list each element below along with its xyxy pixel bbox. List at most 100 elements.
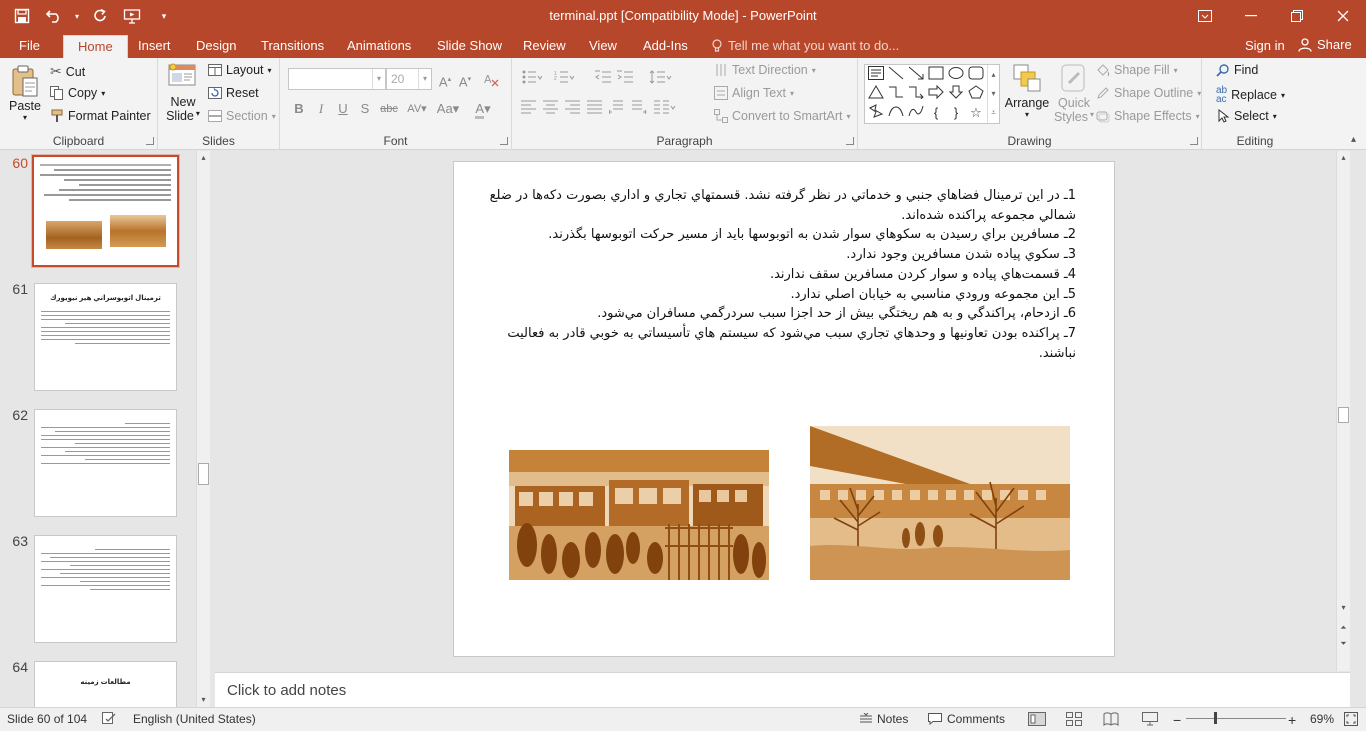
slide-body-text[interactable]: 1ـ در اين ترمينال فضاهاي جنبي و خدماتي د… <box>486 186 1076 363</box>
elbow-arrow-shape-icon[interactable] <box>907 85 925 103</box>
tab-transitions[interactable]: Transitions <box>261 35 324 58</box>
elbow-connector-shape-icon[interactable] <box>887 85 905 103</box>
select-button[interactable]: Select ▾ <box>1216 109 1277 123</box>
arrow-shape-icon[interactable] <box>907 66 925 84</box>
oval-shape-icon[interactable] <box>947 66 965 84</box>
find-button[interactable]: Find <box>1216 63 1258 77</box>
font-name-combo[interactable]: ▾ <box>288 68 386 90</box>
terminal-yard-photo[interactable] <box>810 426 1070 580</box>
editor-scrollbar[interactable]: ▴ ▾ ⏶ ⏷ <box>1336 151 1350 671</box>
shape-fill-button[interactable]: Shape Fill ▾ <box>1096 63 1178 77</box>
tell-me-box[interactable]: Tell me what you want to do... <box>712 38 899 53</box>
fit-to-window-icon[interactable] <box>1344 712 1358 726</box>
cut-button[interactable]: ✂ Cut <box>50 63 85 80</box>
terminal-entrance-photo[interactable] <box>509 450 769 580</box>
text-shadow-icon[interactable]: S <box>356 100 374 118</box>
justify-icon[interactable] <box>586 100 604 118</box>
notes-pane[interactable]: Click to add notes <box>215 672 1350 707</box>
scroll-up-icon[interactable]: ▴ <box>197 151 210 165</box>
drawing-launcher-icon[interactable] <box>1190 137 1198 145</box>
thumbnail-scrollbar[interactable]: ▴ ▾ <box>196 151 210 707</box>
tab-view[interactable]: View <box>589 35 617 58</box>
share-button[interactable]: Share <box>1298 37 1352 52</box>
character-spacing-icon[interactable]: AV▾ <box>404 100 430 118</box>
slide-thumbnail-62[interactable] <box>34 409 177 517</box>
clear-formatting-icon[interactable]: A <box>482 71 500 89</box>
zoom-in-icon[interactable]: + <box>1288 712 1296 728</box>
columns-icon[interactable] <box>652 100 678 118</box>
minimize-icon[interactable] <box>1228 0 1274 32</box>
quick-styles-button[interactable]: Quick Styles ▾ <box>1054 63 1094 124</box>
decrease-indent-icon[interactable] <box>594 70 612 88</box>
zoom-slider-thumb[interactable] <box>1214 712 1217 724</box>
copy-button[interactable]: Copy ▾ <box>50 86 105 100</box>
tab-file[interactable]: File <box>19 35 40 58</box>
font-size-dropdown-icon[interactable]: ▾ <box>418 69 431 89</box>
font-launcher-icon[interactable] <box>500 137 508 145</box>
rounded-rectangle-shape-icon[interactable] <box>967 66 985 84</box>
increase-indent-icon[interactable] <box>616 70 634 88</box>
tab-home[interactable]: Home <box>63 35 128 58</box>
underline-icon[interactable]: U <box>334 100 352 118</box>
bold-icon[interactable]: B <box>290 100 308 118</box>
arrange-button[interactable]: Arrange ▾ <box>1004 63 1050 119</box>
font-name-dropdown-icon[interactable]: ▾ <box>372 69 385 89</box>
notes-button[interactable]: Notes <box>860 712 908 726</box>
slide-sorter-icon[interactable] <box>1066 712 1082 726</box>
replace-button[interactable]: ab ac Replace ▾ <box>1216 86 1285 105</box>
align-center-icon[interactable] <box>542 100 560 118</box>
line-shape-icon[interactable] <box>887 66 905 84</box>
tab-animations[interactable]: Animations <box>347 35 411 58</box>
star-shape-icon[interactable]: ☆ <box>967 104 985 122</box>
slide-show-icon[interactable] <box>1142 712 1158 726</box>
slide-thumbnail-64[interactable]: مطالعات زمينه <box>34 661 177 707</box>
layout-button[interactable]: Layout ▾ <box>208 63 272 77</box>
tab-review[interactable]: Review <box>523 35 566 58</box>
rectangle-shape-icon[interactable] <box>927 66 945 84</box>
change-case-icon[interactable]: Aa▾ <box>434 100 462 118</box>
normal-view-icon[interactable] <box>1028 712 1046 726</box>
shapes-more-icon[interactable]: ⩡ <box>988 103 999 122</box>
down-arrow-shape-icon[interactable] <box>947 85 965 103</box>
text-direction-button[interactable]: Text Direction ▾ <box>714 63 816 77</box>
restore-icon[interactable] <box>1274 0 1320 32</box>
bullets-icon[interactable] <box>520 70 544 88</box>
convert-smartart-button[interactable]: Convert to SmartArt ▾ <box>714 109 850 123</box>
align-left-icon[interactable] <box>520 100 538 118</box>
current-slide[interactable]: 1ـ در اين ترمينال فضاهاي جنبي و خدماتي د… <box>453 161 1115 657</box>
curve-shape-icon[interactable] <box>887 104 905 122</box>
align-text-button[interactable]: Align Text ▾ <box>714 86 794 100</box>
clipboard-launcher-icon[interactable] <box>146 137 154 145</box>
shapes-gallery[interactable]: { } ☆ ▴ ▾ ⩡ <box>864 64 1000 124</box>
font-color-icon[interactable]: A▾ <box>470 100 496 119</box>
triangle-shape-icon[interactable] <box>867 85 885 103</box>
close-icon[interactable] <box>1320 0 1366 32</box>
zoom-level[interactable]: 69% <box>1310 712 1334 726</box>
font-size-combo[interactable]: 20 ▾ <box>386 68 432 90</box>
comments-button[interactable]: Comments <box>928 712 1005 726</box>
zoom-slider[interactable] <box>1186 712 1286 724</box>
slide-thumbnail-63[interactable] <box>34 535 177 643</box>
scroll-thumb[interactable] <box>198 463 209 485</box>
left-brace-shape-icon[interactable]: { <box>927 104 945 122</box>
lightning-shape-icon[interactable] <box>867 104 885 122</box>
numbering-icon[interactable]: 12 <box>552 70 576 88</box>
increase-font-size-icon[interactable]: A▴ <box>436 71 454 89</box>
tab-add-ins[interactable]: Add-Ins <box>643 35 688 58</box>
reset-button[interactable]: Reset <box>208 86 259 100</box>
language-indicator[interactable]: English (United States) <box>133 712 256 726</box>
right-arrow-shape-icon[interactable] <box>927 84 945 103</box>
strikethrough-icon[interactable]: abc <box>376 100 402 118</box>
tab-design[interactable]: Design <box>196 35 236 58</box>
decrease-font-size-icon[interactable]: A▾ <box>456 71 474 89</box>
ribbon-display-options-icon[interactable] <box>1182 0 1228 32</box>
right-brace-shape-icon[interactable]: } <box>947 104 965 122</box>
shape-effects-button[interactable]: Shape Effects ▾ <box>1096 109 1200 123</box>
paragraph-launcher-icon[interactable] <box>846 137 854 145</box>
slide-thumbnail-60[interactable] <box>31 154 180 268</box>
paste-button[interactable]: Paste ▾ <box>6 64 44 122</box>
scroll-down-icon[interactable]: ▾ <box>197 693 210 707</box>
textbox-shape-icon[interactable] <box>867 66 885 84</box>
next-slide-icon[interactable]: ⏷ <box>1337 637 1350 651</box>
spelling-icon[interactable] <box>102 712 116 724</box>
